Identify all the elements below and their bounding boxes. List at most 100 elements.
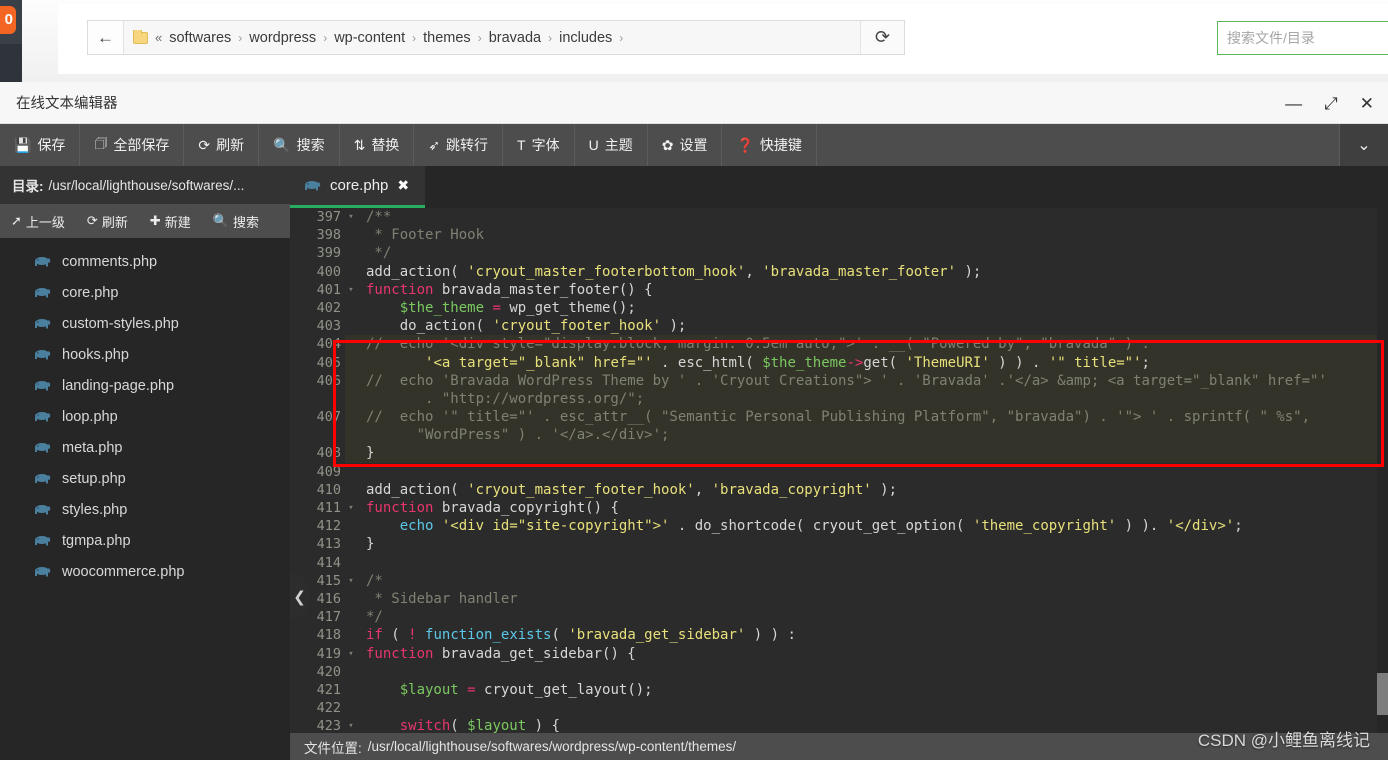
fold-marker-icon[interactable] [345, 554, 357, 572]
sidebar-button-new[interactable]: ✚ 新建 [139, 204, 202, 238]
tab-core-php[interactable]: core.php ✖ [290, 166, 426, 208]
toolbar-button-settings[interactable]: ✿ 设置 [648, 124, 723, 166]
browser-chrome-strip: 0 ← « softwares › wordpress › wp-content… [0, 0, 1388, 82]
fold-marker-icon[interactable] [345, 590, 357, 608]
breadcrumb-item-wordpress[interactable]: wordpress [249, 30, 316, 46]
php-elephant-icon [35, 412, 51, 422]
chevron-down-icon[interactable]: ⌄ [1340, 124, 1388, 166]
toolbar-label: 替换 [371, 137, 400, 153]
toolbar-button-refresh[interactable]: ⟳ 刷新 [184, 124, 260, 166]
minimize-icon[interactable]: — [1285, 95, 1302, 112]
code-text: switch( $layout ) { [357, 717, 560, 733]
list-item[interactable]: landing-page.php [0, 370, 290, 401]
address-bar[interactable]: ← « softwares › wordpress › wp-content ›… [87, 20, 887, 55]
list-item[interactable]: core.php [0, 277, 290, 308]
fold-marker-icon[interactable]: ▾ [345, 281, 357, 299]
toolbar-button-shortcuts[interactable]: ❓ 快捷键 [722, 124, 817, 166]
fold-marker-icon[interactable] [345, 263, 357, 281]
code-token: '<a target="_blank" href="' [425, 354, 653, 371]
toolbar-button-replace[interactable]: ⇅ 替换 [340, 124, 415, 166]
toolbar-button-font[interactable]: T 字体 [503, 124, 575, 166]
toolbar-button-goto-line[interactable]: ➶ 跳转行 [414, 124, 504, 166]
code-token: ) ). [1116, 518, 1167, 535]
sidebar-button-search[interactable]: 🔍 搜索 [202, 204, 270, 238]
back-arrow-icon[interactable]: ← [88, 21, 124, 54]
fold-marker-icon[interactable] [345, 317, 357, 335]
fold-marker-icon[interactable] [345, 463, 357, 481]
maximize-icon[interactable]: ⤢ [1324, 95, 1338, 112]
breadcrumb-item-wp-content[interactable]: wp-content [334, 30, 405, 46]
code-vertical-scrollbar[interactable] [1377, 208, 1388, 733]
reload-icon[interactable]: ⟳ [860, 20, 905, 55]
fold-marker-icon[interactable] [345, 390, 357, 408]
fold-marker-icon[interactable] [345, 408, 357, 426]
php-elephant-icon [35, 505, 51, 515]
close-icon[interactable]: ✖ [397, 177, 409, 194]
list-item[interactable]: meta.php [0, 432, 290, 463]
code-text: add_action( 'cryout_master_footerbottom_… [357, 263, 981, 281]
breadcrumb-item-softwares[interactable]: softwares [169, 30, 231, 46]
sidebar-button-refresh[interactable]: ⟳ 刷新 [76, 204, 139, 238]
fold-marker-icon[interactable] [345, 335, 357, 353]
toolbar-label: 搜索 [296, 137, 325, 153]
fold-marker-icon[interactable] [345, 663, 357, 681]
list-item[interactable]: comments.php [0, 246, 290, 277]
line-number: 418 [290, 626, 345, 645]
fold-marker-icon[interactable] [345, 535, 357, 553]
toolbar-button-save-all[interactable]: 🗇 全部保存 [80, 124, 185, 166]
file-search-input[interactable]: 搜索文件/目录 [1217, 21, 1388, 55]
code-line: 413} [290, 535, 1388, 554]
notification-badge[interactable]: 0 [0, 6, 16, 34]
list-item[interactable]: custom-styles.php [0, 308, 290, 339]
toolbar-button-theme[interactable]: U 主题 [575, 124, 648, 166]
list-item[interactable]: loop.php [0, 401, 290, 432]
fold-marker-icon[interactable] [345, 699, 357, 717]
fold-marker-icon[interactable]: ▾ [345, 645, 357, 663]
list-item[interactable]: styles.php [0, 494, 290, 525]
double-chevron-icon[interactable]: « [155, 30, 169, 45]
code-text: // echo '<div style="display:block; marg… [357, 335, 1150, 353]
file-name: setup.php [62, 470, 126, 487]
code-editor[interactable]: 397 ▾/** 398 * Footer Hook 399 */400 add_act… [290, 208, 1388, 733]
fold-marker-icon[interactable] [345, 481, 357, 499]
fold-marker-icon[interactable] [345, 681, 357, 699]
code-token: , [745, 263, 763, 280]
fold-marker-icon[interactable] [345, 226, 357, 244]
fold-marker-icon[interactable] [345, 608, 357, 626]
code-line: 411 ▾ function bravada_copyright() { [290, 499, 1388, 518]
code-token: cryout_get_layout(); [484, 681, 653, 698]
fold-marker-icon[interactable] [345, 517, 357, 535]
code-token: do_action( [366, 318, 493, 335]
toolbar-button-save[interactable]: 💾 保存 [0, 124, 81, 166]
breadcrumb-item-bravada[interactable]: bravada [489, 30, 541, 46]
list-item[interactable]: hooks.php [0, 339, 290, 370]
breadcrumb-item-themes[interactable]: themes [423, 30, 471, 46]
fold-marker-icon[interactable] [345, 372, 357, 390]
code-text: } [357, 444, 374, 462]
code-token: echo [399, 518, 434, 535]
fold-marker-icon[interactable]: ▾ [345, 208, 357, 226]
fold-marker-icon[interactable]: ▾ [345, 572, 357, 590]
breadcrumb-item-includes[interactable]: includes [559, 30, 612, 46]
code-token: // echo '<div style="display:block; marg… [366, 336, 1150, 353]
fold-marker-icon[interactable]: ▾ [345, 717, 357, 733]
close-icon[interactable]: ✕ [1360, 95, 1374, 112]
fold-marker-icon[interactable] [345, 444, 357, 462]
list-item[interactable]: setup.php [0, 463, 290, 494]
fold-marker-icon[interactable] [345, 426, 357, 444]
fold-marker-icon[interactable] [345, 244, 357, 262]
fold-marker-icon[interactable]: ▾ [345, 499, 357, 517]
line-number: 411 [290, 499, 345, 518]
line-number: 401 [290, 280, 345, 299]
fold-marker-icon[interactable] [345, 626, 357, 644]
line-number: 407 [290, 408, 345, 427]
toolbar-button-search[interactable]: 🔍 搜索 [259, 124, 340, 166]
toolbar-spacer [817, 124, 1340, 166]
sidebar-button-up-level[interactable]: ➚ 上一级 [0, 204, 76, 238]
list-item[interactable]: tgmpa.php [0, 525, 290, 556]
list-item[interactable]: woocommerce.php [0, 556, 290, 587]
fold-marker-icon[interactable] [345, 354, 357, 372]
code-token: $the_theme [762, 354, 847, 371]
fold-marker-icon[interactable] [345, 299, 357, 317]
scrollbar-thumb[interactable] [1377, 673, 1388, 715]
